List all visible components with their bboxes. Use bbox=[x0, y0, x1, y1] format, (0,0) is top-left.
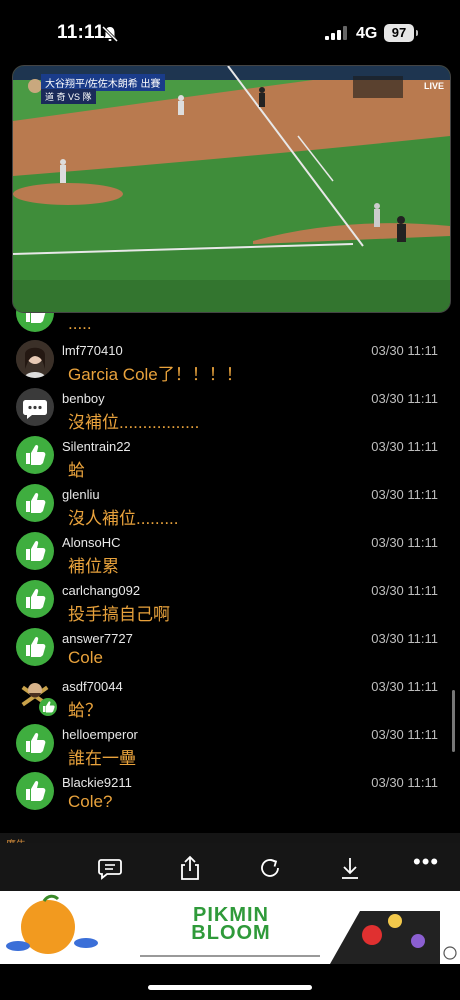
comment-row: AlonsoHC 03/30 11:11 補位累 bbox=[0, 532, 460, 580]
comment-time: 03/30 11:11 bbox=[371, 391, 438, 406]
comment-username[interactable]: answer7727 bbox=[62, 631, 133, 646]
comment-message: 補位累 bbox=[68, 557, 119, 576]
clock: 11:11 bbox=[57, 22, 105, 43]
comment-username[interactable]: Silentrain22 bbox=[62, 439, 131, 454]
comment-message: Cole bbox=[68, 648, 103, 667]
comment-row: asdf70044 03/30 11:11 蛤？ bbox=[0, 676, 460, 724]
comment-message: 沒補位................. bbox=[68, 413, 200, 432]
comment-time: 03/30 11:11 bbox=[371, 775, 438, 790]
comment-username[interactable]: lmf770410 bbox=[62, 343, 123, 358]
bell-slash-icon bbox=[101, 25, 119, 43]
comment-message: ..... bbox=[68, 314, 92, 333]
comment-time: 03/30 11:11 bbox=[371, 487, 438, 502]
cartoon-avatar[interactable] bbox=[16, 676, 57, 716]
comment-message: 蛤 bbox=[68, 461, 85, 480]
comment-row: Silentrain22 03/30 11:11 蛤 bbox=[0, 436, 460, 484]
like-icon bbox=[16, 628, 54, 666]
comment-message: 蛤？ bbox=[68, 701, 102, 720]
like-icon bbox=[16, 532, 54, 570]
comment-username[interactable]: benboy bbox=[62, 391, 105, 406]
refresh-icon[interactable] bbox=[257, 855, 283, 881]
comment-username[interactable]: asdf70044 bbox=[62, 679, 123, 694]
ad-title: PIKMIN BLOOM bbox=[181, 905, 281, 944]
live-video-player[interactable]: 大谷翔平/佐佐木朗希 出賽 道 奇 VS 隊 LIVE bbox=[12, 65, 451, 313]
comment-row: helloemperor 03/30 11:11 誰在一壘 bbox=[0, 724, 460, 772]
comment-username[interactable]: Blackie9211 bbox=[62, 775, 132, 790]
download-icon[interactable] bbox=[337, 855, 363, 881]
comment-message: 投手搞自己啊 bbox=[68, 605, 170, 624]
comment-message: 誰在一壘 bbox=[68, 749, 136, 768]
share-icon[interactable] bbox=[177, 855, 203, 881]
more-icon[interactable]: ••• bbox=[413, 849, 439, 875]
like-icon bbox=[16, 580, 54, 618]
comment-message: Garcia Cole了！！！！ bbox=[68, 365, 243, 384]
network-type: 4G bbox=[356, 25, 378, 42]
scrollbar[interactable] bbox=[452, 690, 455, 752]
comment-time: 03/30 11:11 bbox=[371, 679, 438, 694]
comment-icon[interactable] bbox=[97, 855, 123, 881]
browser-toolbar: ••• bbox=[0, 843, 460, 891]
comment-time: 03/30 11:11 bbox=[371, 727, 438, 742]
comment-time: 03/30 11:11 bbox=[371, 535, 438, 550]
like-icon bbox=[16, 484, 54, 522]
like-icon bbox=[16, 772, 54, 810]
comment-row: glenliu 03/30 11:11 沒人補位......... bbox=[0, 484, 460, 532]
battery-icon: 97 bbox=[384, 24, 414, 42]
like-icon bbox=[16, 436, 54, 474]
comment-list[interactable]: ..... lmf770410 03/30 11:11 Garcia Cole了… bbox=[0, 290, 460, 835]
comment-username[interactable]: AlonsoHC bbox=[62, 535, 121, 550]
battery-tip bbox=[416, 30, 418, 36]
broadcast-scoreline: 道 奇 VS 隊 bbox=[41, 89, 96, 104]
comment-time: 03/30 11:11 bbox=[371, 583, 438, 598]
divider bbox=[0, 833, 460, 843]
comment-message: Cole? bbox=[68, 792, 113, 811]
comment-time: 03/30 11:11 bbox=[371, 439, 438, 454]
ad-title-line2: BLOOM bbox=[191, 922, 271, 944]
comment-username[interactable]: carlchang092 bbox=[62, 583, 140, 598]
comment-row: carlchang092 03/30 11:11 投手搞自己啊 bbox=[0, 580, 460, 628]
comment-row: lmf770410 03/30 11:11 Garcia Cole了！！！！ bbox=[0, 340, 460, 388]
home-indicator[interactable] bbox=[148, 985, 312, 990]
user-photo-avatar[interactable] bbox=[16, 340, 54, 378]
comment-time: 03/30 11:11 bbox=[371, 631, 438, 646]
comment-username[interactable]: helloemperor bbox=[62, 727, 138, 742]
comment-time: 03/30 11:11 bbox=[371, 343, 438, 358]
status-bar: 11:11 4G 97 bbox=[0, 0, 460, 62]
comment-message: 沒人補位......... bbox=[68, 509, 179, 528]
chat-bubble-icon bbox=[16, 388, 54, 426]
home-area bbox=[0, 964, 460, 1000]
comment-row: benboy 03/30 11:11 沒補位................. bbox=[0, 388, 460, 436]
signal-icon bbox=[325, 26, 347, 40]
live-badge: LIVE bbox=[423, 81, 444, 91]
comment-row: Blackie9211 03/30 11:11 Cole? bbox=[0, 772, 460, 820]
like-icon bbox=[16, 724, 54, 762]
comment-row: answer7727 03/30 11:11 Cole bbox=[0, 628, 460, 676]
comment-username[interactable]: glenliu bbox=[62, 487, 100, 502]
